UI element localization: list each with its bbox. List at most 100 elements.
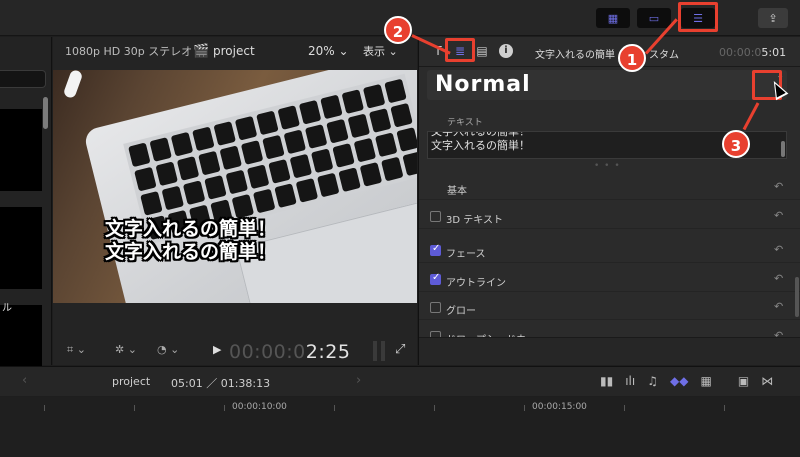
speedometer-icon: ◔ [157, 343, 167, 356]
share-button[interactable]: ⇪ [758, 8, 788, 28]
format-label: 1080p HD 30p ステレオ [65, 45, 193, 58]
param-label: グロー [446, 306, 476, 317]
clapper-icon: 🎬 [193, 43, 210, 59]
info-tab-icon[interactable]: i [499, 44, 513, 58]
highlight-title-tab [445, 38, 475, 62]
timecode-dim: 00:00:0 [229, 341, 306, 363]
inspector-scrollbar[interactable] [795, 277, 799, 317]
back-arrow-icon[interactable]: ‹ [22, 373, 27, 388]
reset-icon[interactable]: ↶ [774, 300, 783, 313]
checkbox[interactable] [430, 211, 441, 222]
transform-menu[interactable]: ⌗ ⌄ [67, 343, 86, 357]
timecode-display: 00:00:02:25 [229, 341, 350, 363]
title-line: 文字入れるの簡単！ [105, 218, 277, 240]
duration-bright: 5:01 [761, 46, 787, 59]
callout-badge-3: 3 [722, 130, 750, 158]
effects-browser-icon[interactable]: ▣ [738, 374, 749, 388]
clip-label: ル [2, 303, 12, 314]
inspector-title: 文字入れるの簡単 スタム [535, 46, 679, 61]
basic-section-label: 基本 [447, 186, 467, 197]
checkbox[interactable] [430, 302, 441, 313]
browser-toggle-button[interactable]: ▦ [596, 8, 630, 28]
param-row-face[interactable]: フェース ↶ [419, 239, 800, 263]
snapping-icon[interactable]: ◆◆ [670, 374, 688, 388]
inspector-footer [419, 337, 800, 365]
text-scrollbar[interactable] [781, 141, 785, 157]
reset-icon[interactable]: ↶ [774, 180, 783, 193]
view-menu[interactable]: 表示 ⌄ [363, 43, 398, 59]
browser-panel: ル [0, 37, 52, 369]
viewer-panel: 1080p HD 30p ステレオ 🎬 project 20% ⌄ 表示 ⌄ 文… [53, 37, 417, 365]
highlight-inspector-button [678, 2, 718, 32]
timeline-project-name: project [112, 375, 151, 388]
project-name: project [213, 44, 255, 58]
video-frame[interactable]: 文字入れるの簡単！ 文字入れるの簡単！ [53, 70, 417, 303]
waveform-icon[interactable]: ılı [625, 374, 635, 388]
callout-badge-2: 2 [384, 16, 412, 44]
callout-badge-1: 1 [618, 44, 646, 72]
resize-handle[interactable]: • • • [594, 161, 621, 171]
checkbox-checked[interactable] [430, 243, 441, 256]
fullscreen-icon[interactable]: ⤢ [395, 342, 405, 357]
headphones-icon[interactable]: ♫ [647, 374, 658, 388]
ruler-timecode: 00:00:10:00 [232, 402, 287, 412]
chevron-down-icon: ⌄ [170, 343, 180, 356]
chevron-down-icon: ⌄ [127, 343, 137, 356]
reset-icon[interactable]: ↶ [774, 243, 783, 256]
basic-section-header[interactable]: 基本 ↶ [419, 176, 800, 200]
view-menu-label: 表示 [363, 45, 385, 58]
effects-menu[interactable]: ✲ ⌄ [115, 343, 137, 356]
timeline-duration: 05:01 ／ 01:38:13 [171, 377, 271, 390]
share-icon: ⇪ [768, 11, 778, 25]
text-section-label: テキスト [447, 118, 483, 128]
chevron-down-icon: ⌄ [338, 44, 349, 58]
clip-appearance-icon[interactable]: ▦ [700, 374, 711, 388]
laptop-image [82, 70, 417, 303]
play-icon[interactable]: ▶ [213, 343, 221, 356]
audio-meter [373, 341, 377, 361]
clip-thumbnail[interactable] [0, 109, 42, 191]
param-row-outline[interactable]: アウトライン ↶ [419, 268, 800, 292]
inspector-tabs: T ≣ ▤ i 文字入れるの簡単 スタム 00:00:05:01 [419, 37, 800, 67]
inspector-duration: 00:00:05:01 [719, 46, 786, 59]
magic-wand-icon: ✲ [115, 343, 125, 356]
audio-skimming-icon[interactable]: ▮▮ [600, 374, 613, 388]
preset-name: Normal [435, 72, 531, 97]
param-row-glow[interactable]: グロー ↶ [419, 296, 800, 320]
timeline-icon: ▭ [648, 11, 660, 25]
param-row-3d-text[interactable]: 3D テキスト ↶ [419, 205, 800, 229]
clip-thumbnail[interactable] [0, 305, 42, 369]
timeline-toggle-button[interactable]: ▭ [637, 8, 671, 28]
timeline-toolbar: ‹ project 05:01 ／ 01:38:13 › ▮▮ ılı ♫ ◆◆… [0, 366, 800, 396]
duration-dim: 00:00:0 [719, 46, 762, 59]
audio-meter [381, 341, 385, 361]
viewer-controls: ⌗ ⌄ ✲ ⌄ ◔ ⌄ ▶ 00:00:02:25 ⤢ [53, 337, 417, 365]
title-line: 文字入れるの簡単！ [105, 241, 277, 263]
speed-menu[interactable]: ◔ ⌄ [157, 343, 179, 356]
text-style-preset-menu[interactable]: Normal ⌃ ⌄ [427, 70, 787, 100]
timecode-bright: 2:25 [305, 341, 351, 363]
timeline-ruler[interactable]: 00:00:10:00 00:00:15:00 [0, 397, 800, 457]
transitions-icon[interactable]: ⋈ [761, 374, 773, 388]
video-tab-icon[interactable]: ▤ [475, 44, 489, 58]
viewer-header: 1080p HD 30p ステレオ 🎬 project 20% ⌄ 表示 ⌄ [53, 37, 417, 65]
inspector-panel: T ≣ ▤ i 文字入れるの簡単 スタム 00:00:05:01 Normal ⌃… [418, 37, 800, 365]
browser-search-input[interactable] [0, 70, 46, 88]
inspector-title-tail: スタム [649, 50, 679, 61]
param-label: フェース [446, 249, 486, 260]
zoom-menu[interactable]: 20% ⌄ [308, 44, 349, 58]
param-label: アウトライン [446, 278, 506, 289]
chevron-down-icon: ⌄ [388, 45, 398, 58]
pen-object [62, 70, 84, 100]
checkbox-checked[interactable] [430, 272, 441, 285]
crop-icon: ⌗ [67, 343, 74, 356]
reset-icon[interactable]: ↶ [774, 209, 783, 222]
forward-arrow-icon[interactable]: › [356, 373, 361, 388]
timeline-tools: ▮▮ ılı ♫ ◆◆ ▦ ▣ ⋈ [600, 374, 773, 388]
clip-thumbnail[interactable] [0, 207, 42, 289]
grid-icon: ▦ [607, 11, 619, 25]
title-overlay[interactable]: 文字入れるの簡単！ 文字入れるの簡単！ [105, 218, 276, 264]
reset-icon[interactable]: ↶ [774, 272, 783, 285]
param-label: 3D テキスト [446, 215, 503, 226]
browser-scrollbar[interactable] [43, 97, 48, 129]
